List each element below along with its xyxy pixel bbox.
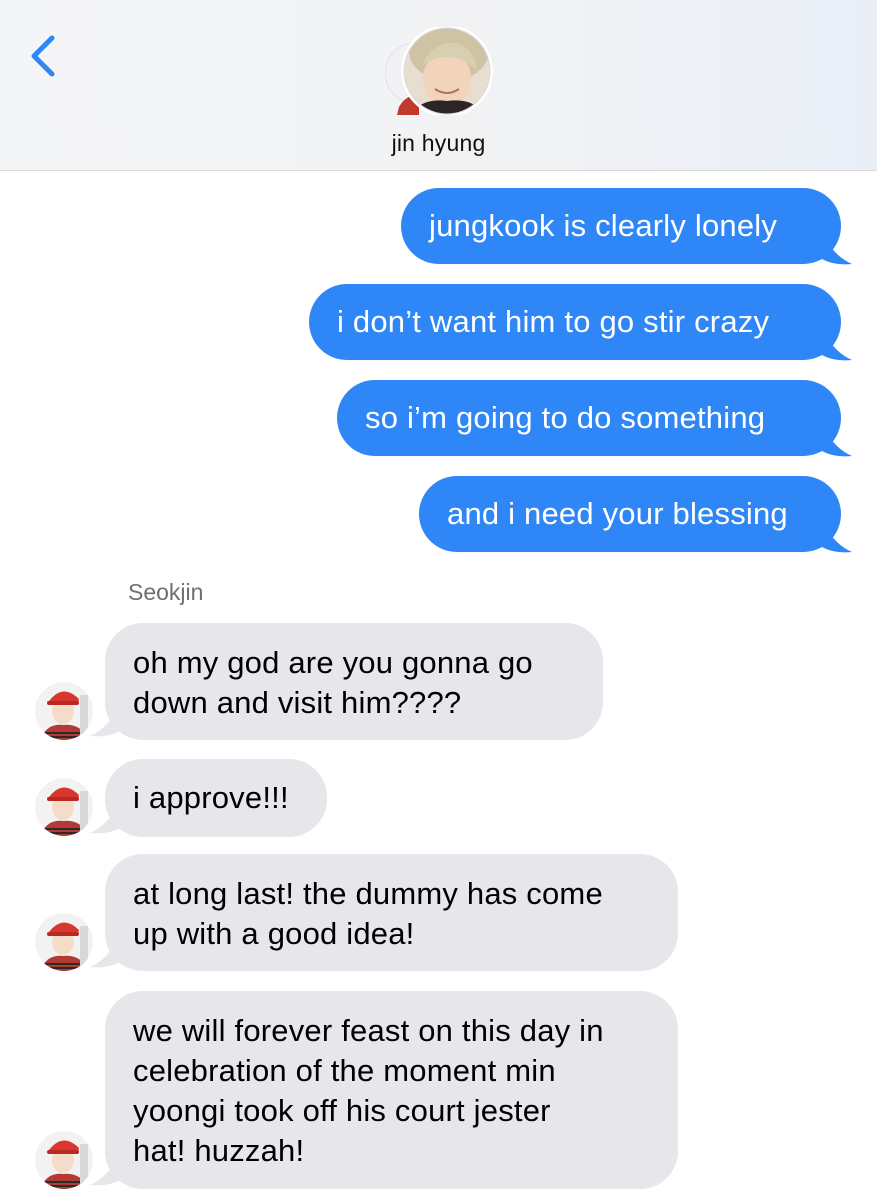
sender-name: Seokjin bbox=[128, 579, 204, 605]
chevron-left-icon bbox=[31, 35, 55, 77]
outgoing-bubble-tail bbox=[820, 238, 852, 265]
message-line: we will forever feast on this day in bbox=[133, 1013, 604, 1048]
incoming-message[interactable]: i approve!!! bbox=[105, 759, 327, 837]
outgoing-bubble-tail bbox=[820, 430, 852, 457]
message-line: hat! huzzah! bbox=[133, 1133, 305, 1168]
sender-avatar[interactable] bbox=[34, 912, 94, 972]
contact-avatar[interactable] bbox=[385, 27, 493, 115]
message-line: celebration of the moment min bbox=[133, 1053, 556, 1088]
outgoing-message[interactable]: and i need your blessing bbox=[419, 476, 841, 552]
message-line: yoongi took off his court jester bbox=[133, 1093, 551, 1128]
outgoing-message[interactable]: i don’t want him to go stir crazy bbox=[309, 284, 841, 360]
sender-avatar[interactable] bbox=[34, 777, 94, 837]
incoming-message[interactable]: we will forever feast on this day in cel… bbox=[105, 991, 678, 1189]
message-line: up with a good idea! bbox=[133, 916, 415, 951]
outgoing-bubble-tail bbox=[820, 526, 852, 553]
outgoing-message[interactable]: so i’m going to do something bbox=[337, 380, 841, 456]
message-line: at long last! the dummy has come bbox=[133, 876, 603, 911]
message-line: down and visit him???? bbox=[133, 685, 462, 720]
sender-avatar[interactable] bbox=[34, 681, 94, 741]
incoming-message[interactable]: oh my god are you gonna go down and visi… bbox=[105, 623, 603, 740]
contact-name[interactable]: jin hyung bbox=[0, 130, 877, 157]
back-button[interactable] bbox=[22, 28, 66, 84]
outgoing-bubble-tail bbox=[820, 334, 852, 361]
message-line: i approve!!! bbox=[133, 780, 289, 815]
message-line: oh my god are you gonna go bbox=[133, 645, 533, 680]
outgoing-message[interactable]: jungkook is clearly lonely bbox=[401, 188, 841, 264]
sender-avatar[interactable] bbox=[34, 1130, 94, 1190]
incoming-message[interactable]: at long last! the dummy has come up with… bbox=[105, 854, 678, 971]
conversation-header: jin hyung bbox=[0, 0, 877, 171]
